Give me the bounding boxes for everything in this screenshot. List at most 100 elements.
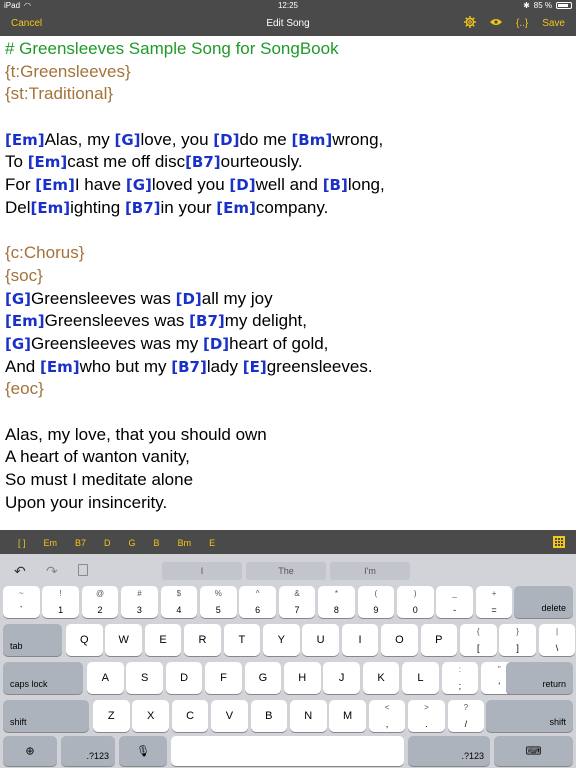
editor-line[interactable]: Alas, my love, that you should own [5,424,571,447]
space-key[interactable] [171,736,404,766]
key-n[interactable]: N [290,700,327,732]
key-punct2-1[interactable]: >. [408,700,445,732]
key-h[interactable]: H [284,662,321,694]
key-d[interactable]: D [165,662,203,694]
delete-key[interactable]: delete [514,586,573,618]
chord-button[interactable]: E [209,538,215,548]
key-bracket-1[interactable]: }] [499,624,536,656]
editor-line[interactable]: {soc} [5,265,571,288]
editor-line[interactable]: [Em]Alas, my [G]love, you [D]do me [Bm]w… [5,129,571,152]
editor-line[interactable]: Upon your insincerity. [5,492,571,515]
editor-line[interactable]: A heart of wanton vanity, [5,446,571,469]
key-`[interactable]: ~ ` [3,586,40,618]
key-=[interactable]: + = [475,586,513,618]
tab-key[interactable]: tab [3,624,62,656]
key-7[interactable]: & 7 [278,586,316,618]
suggestion-2[interactable]: The [246,562,326,580]
key-9[interactable]: (9 [357,586,395,618]
editor-line[interactable]: To [Em]cast me off disc[B7]ourteously. [5,151,571,174]
numbers-key-right[interactable]: .?123 [408,736,490,766]
caps-lock-key[interactable]: caps lock [3,662,83,694]
key-v[interactable]: V [211,700,248,732]
hide-keyboard-key[interactable]: ⌨ [494,736,573,766]
braces-button[interactable]: {..} [516,18,528,29]
editor-line[interactable]: # Greensleeves Sample Song for SongBook [5,38,571,61]
key-y[interactable]: Y [263,624,300,656]
key-k[interactable]: K [362,662,400,694]
undo-icon[interactable]: ↶ [14,563,26,580]
editor-line[interactable]: {eoc} [5,378,571,401]
numbers-key-left[interactable]: .?123 [61,736,115,766]
key-5[interactable]: % 5 [200,586,237,618]
chord-button[interactable]: D [104,538,111,548]
key-punct2-0[interactable]: <, [368,700,406,732]
chord-button[interactable]: [ ] [18,538,26,548]
editor-line[interactable]: [Em]Greensleeves was [B7]my delight, [5,310,571,333]
chord-button[interactable]: B [154,538,160,548]
key-i[interactable]: I [341,624,379,656]
editor-line[interactable]: Del[Em]ighting [B7]in your [Em]company. [5,197,571,220]
suggestion-1[interactable]: I [162,562,242,580]
key-p[interactable]: P [420,624,458,656]
key-2[interactable]: @2 [81,586,119,618]
chord-button[interactable]: Em [44,538,58,548]
return-key[interactable]: return [506,662,573,694]
editor-line[interactable]: For [Em]I have [G]loved you [D]well and … [5,174,571,197]
chord-token: [D] [229,176,256,195]
microphone-key[interactable]: 🎙 [119,736,167,766]
key-bracket-2[interactable]: | \ [538,624,576,656]
key-z[interactable]: Z [93,700,130,732]
shift-right-key[interactable]: shift [486,700,573,732]
chord-button[interactable]: Bm [178,538,192,548]
key-j[interactable]: J [323,662,360,694]
chord-button[interactable]: B7 [75,538,86,548]
eye-icon[interactable] [489,18,502,29]
chord-button[interactable]: G [129,538,136,548]
key-x[interactable]: X [132,700,169,732]
editor-line[interactable]: [G]Greensleeves was [D]all my joy [5,288,571,311]
editor-line[interactable] [5,220,571,243]
key-bracket-0[interactable]: {[ [460,624,497,656]
suggestion-3[interactable]: I'm [330,562,410,580]
key-o[interactable]: O [381,624,418,656]
key-w[interactable]: W [105,624,142,656]
key-l[interactable]: L [402,662,439,694]
key-b[interactable]: B [250,700,288,732]
key-0[interactable]: ) 0 [397,586,434,618]
grid-icon[interactable] [553,536,565,548]
key-punct2-2[interactable]: ? / [447,700,485,732]
key-u[interactable]: U [302,624,339,656]
gear-icon[interactable] [463,16,476,31]
key-e[interactable]: E [144,624,182,656]
editor-line[interactable] [5,401,571,424]
redo-icon[interactable]: ↷ [46,563,58,580]
key-a[interactable]: A [87,662,124,694]
key--[interactable]: _ - [436,586,473,618]
key-c[interactable]: C [171,700,209,732]
key-8[interactable]: * 8 [318,586,355,618]
key-3[interactable]: #3 [121,586,158,618]
key-4[interactable]: $4 [160,586,198,618]
key-m[interactable]: M [329,700,366,732]
editor-line[interactable]: [G]Greensleeves was my [D]heart of gold, [5,333,571,356]
paste-icon[interactable] [78,564,88,576]
save-button[interactable]: Save [542,18,565,29]
editor-line[interactable]: {st:Traditional} [5,83,571,106]
key-1[interactable]: ! 1 [42,586,79,618]
globe-key[interactable]: ⊕ [3,736,57,766]
editor-line[interactable]: {t:Greensleeves} [5,61,571,84]
song-editor[interactable]: # Greensleeves Sample Song for SongBook {… [0,36,576,530]
key-g[interactable]: G [244,662,282,694]
key-q[interactable]: Q [66,624,103,656]
key-punct-0[interactable]: :; [441,662,479,694]
key-t[interactable]: T [223,624,261,656]
key-6[interactable]: ^ 6 [239,586,276,618]
editor-line[interactable]: And [Em]who but my [B7]lady [E]greenslee… [5,356,571,379]
editor-line[interactable] [5,106,571,129]
editor-line[interactable]: {c:Chorus} [5,242,571,265]
key-s[interactable]: S [126,662,163,694]
key-f[interactable]: F [205,662,242,694]
shift-left-key[interactable]: shift [3,700,89,732]
key-r[interactable]: R [184,624,221,656]
editor-line[interactable]: So must I meditate alone [5,469,571,492]
